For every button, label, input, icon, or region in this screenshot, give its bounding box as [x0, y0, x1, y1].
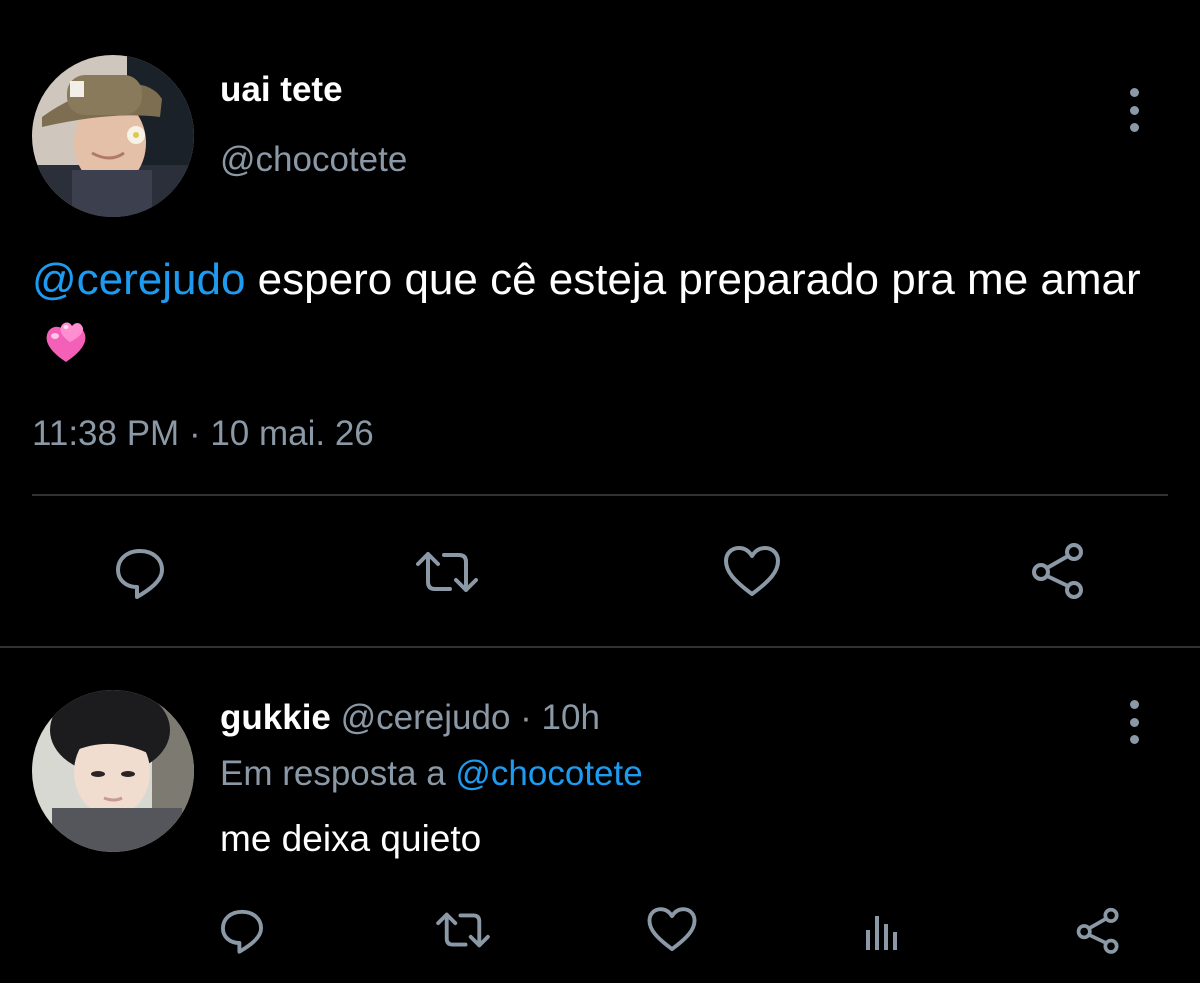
- tweet-date: 10 mai. 26: [210, 414, 374, 453]
- avatar-photo: [32, 690, 194, 852]
- share-icon: [1032, 543, 1083, 599]
- tweet-body-text: espero que cê esteja preparado pra me am…: [245, 255, 1141, 304]
- heart-icon: [647, 907, 697, 952]
- reply-header: gukkie @cerejudo · 10h: [220, 698, 600, 738]
- reply-reply-button[interactable]: [214, 902, 270, 958]
- meta-separator: ·: [520, 698, 532, 737]
- two-hearts-emoji-icon: [46, 322, 86, 362]
- reply-icon: [220, 909, 264, 954]
- like-button[interactable]: [720, 540, 784, 604]
- share-button[interactable]: [1026, 538, 1090, 602]
- tweet-timestamp[interactable]: 11:38 PM · 10 mai. 26: [32, 414, 374, 454]
- in-reply-to-label: Em resposta a: [220, 754, 446, 793]
- author-name[interactable]: uai tete: [220, 70, 343, 110]
- author-handle[interactable]: @chocotete: [220, 140, 407, 180]
- reply-retweet-button[interactable]: [432, 902, 494, 958]
- retweet-button[interactable]: [412, 540, 482, 604]
- reply-more-options-icon[interactable]: [1128, 700, 1140, 744]
- reply-button[interactable]: [108, 540, 172, 604]
- retweet-icon: [416, 552, 478, 592]
- meta-separator: ·: [188, 414, 201, 453]
- reply-stats-button[interactable]: [854, 904, 910, 960]
- tweet-time: 11:38 PM: [32, 414, 180, 453]
- share-icon: [1076, 907, 1119, 954]
- divider: [32, 494, 1168, 496]
- reply-share-button[interactable]: [1070, 902, 1126, 958]
- reply-author-handle[interactable]: @cerejudo: [341, 698, 511, 737]
- heart-icon: [724, 546, 780, 596]
- in-reply-to: Em resposta a @chocotete: [220, 754, 643, 794]
- section-divider: [0, 646, 1200, 648]
- tweet-text: @cerejudo espero que cê esteja preparado…: [32, 248, 1172, 376]
- author-avatar[interactable]: [32, 55, 194, 217]
- reply-text: me deixa quieto: [220, 818, 482, 859]
- retweet-icon: [436, 912, 490, 948]
- reply-icon: [116, 549, 164, 599]
- reply-author-name[interactable]: gukkie: [220, 698, 331, 737]
- stats-icon: [866, 916, 897, 950]
- mention-link[interactable]: @cerejudo: [32, 255, 245, 304]
- reply-time[interactable]: 10h: [542, 698, 600, 737]
- avatar-photo: [32, 55, 194, 217]
- more-options-icon[interactable]: [1128, 88, 1140, 132]
- reply-author-avatar[interactable]: [32, 690, 194, 852]
- in-reply-to-mention[interactable]: @chocotete: [455, 754, 642, 793]
- reply-like-button[interactable]: [644, 902, 700, 958]
